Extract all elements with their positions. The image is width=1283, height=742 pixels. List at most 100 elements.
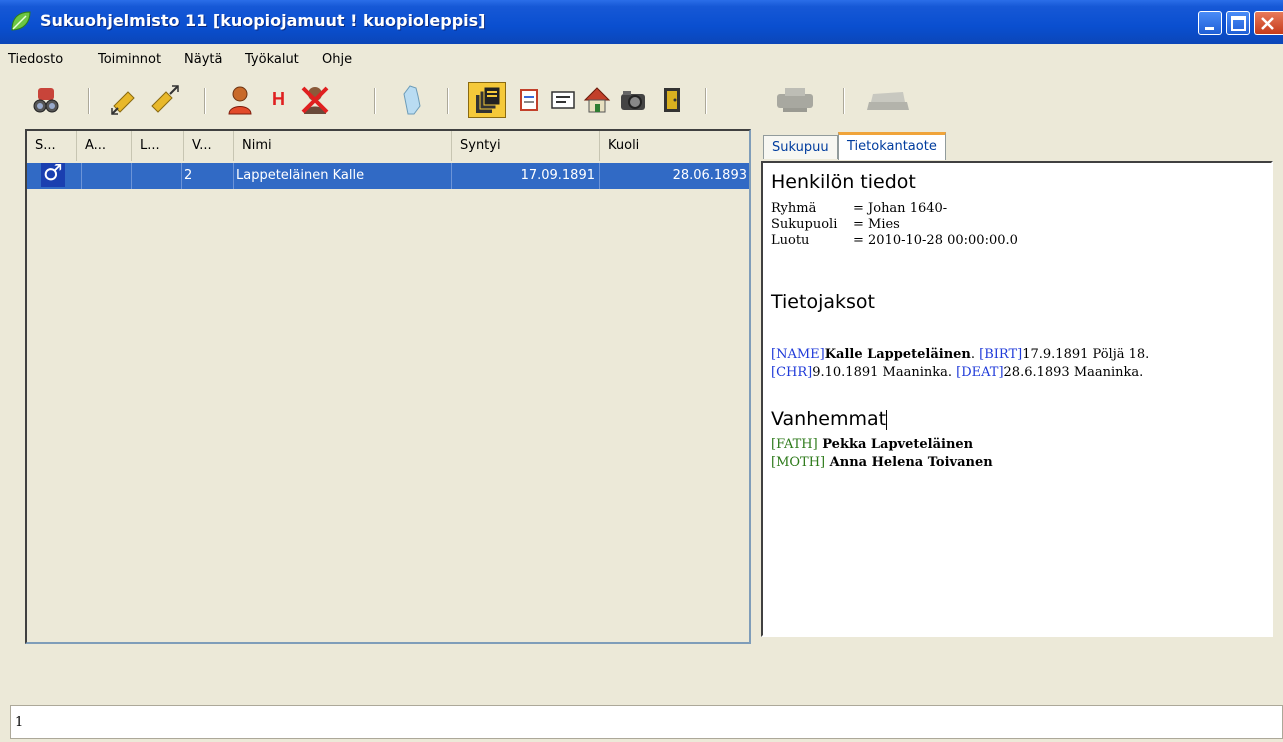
toolbar-separator	[447, 88, 449, 114]
christening-tag[interactable]: [CHR]	[771, 365, 812, 380]
person-info-heading: Henkilön tiedot	[771, 171, 916, 193]
status-text: 1	[15, 715, 24, 730]
toolbar-separator	[843, 88, 845, 114]
delete-person-button[interactable]	[296, 82, 334, 118]
detail-panel: Sukupuu Tietokantaote Henkilön tiedot Ry…	[757, 128, 1283, 644]
camera-button[interactable]	[614, 82, 652, 118]
separator-text: .	[970, 347, 980, 362]
house-icon	[583, 87, 611, 113]
name-tag[interactable]: [NAME]	[771, 347, 825, 362]
h-icon: H	[272, 89, 285, 109]
birth-text: 17.9.1891 Pöljä 18.	[1022, 347, 1150, 362]
stacked-docs-icon	[476, 86, 501, 113]
mother-tag[interactable]: [MOTH]	[771, 455, 825, 470]
column-header-kuoli[interactable]: Kuoli	[600, 131, 749, 161]
mother-line: [MOTH] Anna Helena Toivanen	[771, 455, 993, 470]
camera-icon	[621, 91, 645, 110]
field-value: = Johan 1640-	[853, 201, 948, 216]
column-header-a[interactable]: A...	[77, 131, 132, 161]
cell-a	[82, 163, 132, 189]
father-name: Pekka Lapveteläinen	[817, 437, 974, 452]
parents-heading: Vanhemmat	[771, 408, 888, 430]
maximize-icon	[1231, 16, 1246, 31]
sections-heading: Tietojaksot	[771, 291, 875, 313]
title-bar[interactable]: Sukuohjelmisto 11 [kuopiojamuut ! kuopio…	[0, 0, 1283, 44]
cell-name: Lappeteläinen Kalle	[234, 163, 452, 189]
map-icon	[403, 85, 421, 115]
column-header-nimi[interactable]: Nimi	[234, 131, 452, 161]
toolbar-separator	[705, 88, 707, 114]
menu-ohje[interactable]: Ohje	[322, 52, 352, 67]
pin-out-icon	[151, 85, 179, 113]
father-tag[interactable]: [FATH]	[771, 437, 818, 452]
pin-in-button[interactable]	[105, 82, 143, 118]
field-key: Luotu	[771, 233, 810, 248]
menu-tiedosto[interactable]: Tiedosto	[8, 52, 63, 67]
death-tag[interactable]: [DEAT]	[956, 365, 1003, 380]
document-icon	[520, 89, 538, 111]
person-delete-icon	[301, 86, 329, 114]
card-button[interactable]	[544, 82, 582, 118]
cell-sex: ♂	[27, 163, 82, 189]
document-button[interactable]	[510, 82, 548, 118]
column-header-s[interactable]: S...	[27, 131, 77, 161]
parents-heading-text: Vanhemmat	[771, 408, 887, 430]
menu-nayta[interactable]: Näytä	[184, 52, 222, 67]
section-line-name-birth: [NAME]Kalle Lappeteläinen. [BIRT]17.9.18…	[771, 347, 1149, 362]
field-key: Ryhmä	[771, 201, 817, 216]
section-line-chr-death: [CHR]9.10.1891 Maaninka. [DEAT]28.6.1893…	[771, 365, 1143, 380]
menu-toiminnot[interactable]: Toiminnot	[98, 52, 161, 67]
cell-born: 17.09.1891	[452, 163, 600, 189]
person-button[interactable]	[221, 82, 259, 118]
column-header-l[interactable]: L...	[132, 131, 184, 161]
scanner-button[interactable]	[860, 82, 914, 118]
cell-died: 28.06.1893	[672, 168, 747, 183]
map-button[interactable]	[393, 82, 431, 118]
toolbar: H	[0, 76, 1283, 124]
field-key: Sukupuoli	[771, 217, 838, 232]
father-line: [FATH] Pekka Lapveteläinen	[771, 437, 973, 452]
toolbar-separator	[204, 88, 206, 114]
field-value: = 2010-10-28 00:00:00.0	[853, 233, 1018, 248]
mother-name: Anna Helena Toivanen	[825, 455, 993, 470]
maximize-button[interactable]	[1226, 11, 1250, 35]
person-list[interactable]: S... A... L... V... Nimi Syntyi Kuoli ♂ …	[25, 129, 751, 644]
person-name: Kalle Lappeteläinen	[824, 347, 971, 362]
table-row[interactable]: ♂ 2 Lappeteläinen Kalle 17.09.1891 28.06…	[27, 163, 749, 189]
toolbar-separator	[88, 88, 90, 114]
field-value: = Mies	[853, 217, 900, 232]
door-button[interactable]	[653, 82, 691, 118]
stacked-docs-button[interactable]	[468, 82, 506, 118]
pin-out-button[interactable]	[145, 82, 183, 118]
binoculars-icon	[33, 88, 59, 113]
close-button[interactable]	[1254, 11, 1283, 35]
person-icon	[228, 86, 252, 115]
database-extract-view[interactable]: Henkilön tiedot Ryhmä = Johan 1640- Sukup…	[761, 161, 1273, 637]
card-icon	[551, 91, 575, 109]
tab-tietokantaote[interactable]: Tietokantaote	[838, 132, 946, 160]
birth-tag[interactable]: [BIRT]	[979, 347, 1022, 362]
text-cursor	[886, 409, 888, 430]
house-button[interactable]	[578, 82, 616, 118]
field-row: Luotu = 2010-10-28 00:00:00.0	[771, 233, 1018, 248]
column-header-v[interactable]: V...	[184, 131, 234, 161]
app-leaf-icon	[11, 11, 31, 31]
close-icon	[1261, 17, 1274, 30]
status-bar: 1	[10, 705, 1283, 739]
minimize-button[interactable]	[1198, 11, 1222, 35]
field-row: Ryhmä = Johan 1640-	[771, 201, 947, 216]
field-row: Sukupuoli = Mies	[771, 217, 900, 232]
menu-tyokalut[interactable]: Työkalut	[245, 52, 299, 67]
death-text: 28.6.1893 Maaninka.	[1003, 365, 1144, 380]
tab-sukupuu[interactable]: Sukupuu	[763, 135, 838, 159]
search-button[interactable]	[27, 82, 65, 118]
list-header: S... A... L... V... Nimi Syntyi Kuoli	[27, 131, 749, 162]
toolbar-separator	[374, 88, 376, 114]
cell-l	[132, 163, 182, 189]
h-button[interactable]: H	[260, 82, 298, 118]
column-header-syntyi[interactable]: Syntyi	[452, 131, 600, 161]
print-button[interactable]	[768, 82, 818, 118]
door-icon	[664, 88, 680, 112]
male-icon: ♂	[41, 163, 65, 187]
menu-bar: Tiedosto Toiminnot Näytä Työkalut Ohje	[0, 46, 1283, 74]
